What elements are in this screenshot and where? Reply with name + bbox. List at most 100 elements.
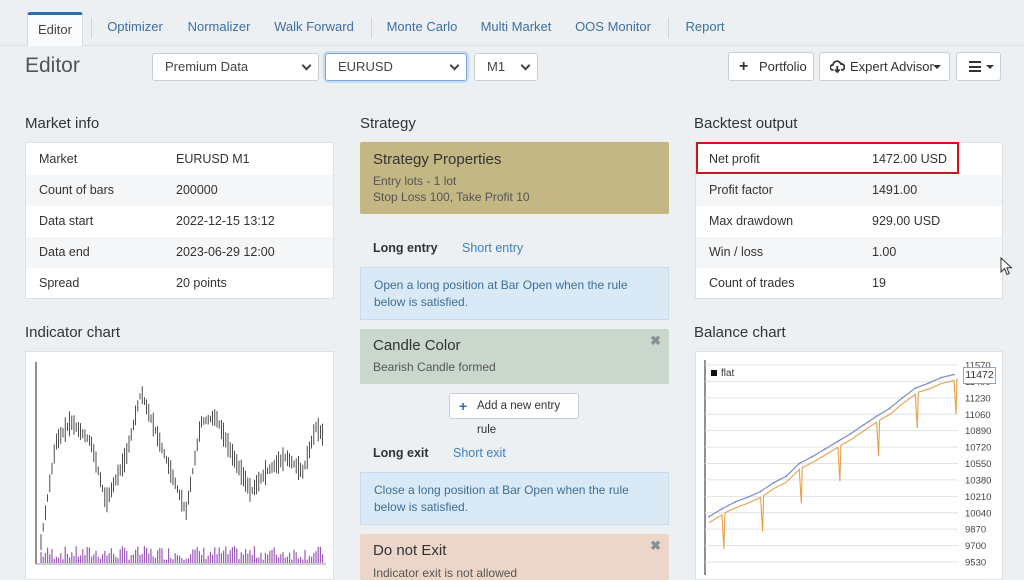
- caret-down-icon: [986, 65, 994, 69]
- net-profit-highlight-box: [696, 142, 959, 174]
- balance-point: [772, 481, 775, 484]
- strategy-properties-title: Strategy Properties: [373, 151, 502, 168]
- top-tab-bar: Editor Optimizer Normalizer Walk Forward…: [0, 0, 1024, 46]
- balance-chart-panel: 1157011400112301106010890107201055010380…: [695, 351, 1003, 580]
- balance-point: [901, 396, 904, 399]
- strategy-properties-card[interactable]: Strategy Properties Entry lots - 1 lot S…: [360, 142, 669, 214]
- data-source-value: Premium Data: [165, 59, 249, 74]
- row-key: Data end: [39, 245, 90, 259]
- balance-y-tick: 10890: [965, 426, 991, 437]
- symbol-select[interactable]: EURUSD: [325, 53, 467, 81]
- row-value: 19: [872, 276, 886, 290]
- balance-point: [733, 501, 736, 504]
- backtest-row: Count of trades 19: [696, 268, 1002, 299]
- indicator-chart-title: Indicator chart: [25, 324, 121, 341]
- entry-rule-title: Candle Color: [373, 337, 461, 354]
- balance-point: [953, 373, 955, 376]
- add-entry-rule-label: Add a new entry rule: [477, 400, 561, 436]
- balance-y-tick: 11230: [965, 393, 991, 404]
- tab-divider: [91, 18, 92, 38]
- caret-down-icon: [933, 65, 941, 69]
- balance-point: [940, 376, 943, 379]
- balance-y-tick: 10720: [965, 443, 991, 454]
- indicator-chart-panel: [25, 351, 334, 580]
- market-info-row: Data start 2022-12-15 13:12: [26, 206, 333, 237]
- expert-advisor-label: Expert Advisor: [850, 59, 934, 74]
- exit-rule-title: Do not Exit: [373, 542, 447, 559]
- symbol-value: EURUSD: [338, 59, 393, 74]
- balance-y-tick: 10210: [965, 492, 991, 503]
- balance-y-tick: 11060: [965, 410, 991, 421]
- period-value: M1: [487, 59, 506, 74]
- backtest-row: Max drawdown 929.00 USD: [696, 206, 1002, 237]
- tab-monte-carlo[interactable]: Monte Carlo: [380, 12, 464, 46]
- strategy-properties-line1: Entry lots - 1 lot: [373, 174, 457, 188]
- entry-rule-desc: Bearish Candle formed: [373, 360, 496, 374]
- balance-point: [798, 462, 801, 465]
- tab-long-entry[interactable]: Long entry: [373, 241, 438, 255]
- chevron-down-icon: [301, 60, 312, 71]
- row-value: 1491.00: [872, 183, 918, 197]
- exit-rule-desc: Indicator exit is not allowed: [373, 566, 518, 580]
- row-key: Profit factor: [709, 183, 773, 197]
- hamburger-icon: [969, 61, 981, 72]
- remove-rule-icon[interactable]: ✖: [650, 333, 661, 349]
- row-value: EURUSD M1: [176, 152, 250, 166]
- tab-normalizer[interactable]: Normalizer: [180, 12, 258, 46]
- tab-optimizer[interactable]: Optimizer: [100, 12, 170, 46]
- market-info-row: Count of bars 200000: [26, 175, 333, 206]
- tab-divider: [668, 18, 669, 38]
- balance-chart-title: Balance chart: [694, 324, 786, 341]
- equity-line: [708, 373, 955, 518]
- expert-advisor-button[interactable]: Expert Advisor: [819, 52, 950, 81]
- balance-point: [785, 475, 788, 477]
- chevron-down-icon: [449, 60, 460, 71]
- market-info-title: Market info: [25, 115, 100, 132]
- indicator-chart: [35, 362, 326, 565]
- row-key: Count of trades: [709, 276, 795, 290]
- backtest-row: Profit factor 1491.00: [696, 175, 1002, 206]
- balance-legend: flat: [711, 368, 734, 379]
- cloud-download-icon: [830, 60, 845, 73]
- strategy-title: Strategy: [360, 115, 416, 132]
- balance-point: [888, 407, 891, 410]
- chevron-down-icon: [520, 60, 531, 71]
- entry-rule-card[interactable]: Candle Color Bearish Candle formed ✖: [360, 329, 669, 384]
- balance-point: [824, 448, 826, 450]
- portfolio-label: Portfolio: [759, 59, 807, 74]
- balance-point: [837, 440, 839, 443]
- tab-oos-monitor[interactable]: OOS Monitor: [570, 12, 656, 46]
- row-value: 2023-06-29 12:00: [176, 245, 275, 259]
- balance-point: [927, 382, 930, 385]
- balance-point: [849, 432, 852, 435]
- balance-point: [708, 515, 710, 518]
- market-info-row: Data end 2023-06-29 12:00: [26, 237, 333, 268]
- market-info-panel: Market EURUSD M1 Count of bars 200000 Data…: [25, 142, 334, 299]
- row-key: Win / loss: [709, 245, 764, 259]
- tab-editor[interactable]: Editor: [27, 12, 83, 46]
- tab-short-exit[interactable]: Short exit: [453, 446, 506, 460]
- balance-point: [811, 455, 814, 458]
- plus-icon: +: [459, 398, 468, 414]
- tab-walk-forward[interactable]: Walk Forward: [270, 12, 358, 46]
- balance-point: [875, 415, 878, 418]
- current-value-label: 11472: [963, 367, 996, 384]
- menu-button[interactable]: [956, 52, 1001, 81]
- balance-y-tick: 9870: [965, 525, 986, 536]
- remove-rule-icon[interactable]: ✖: [650, 538, 661, 554]
- tab-report[interactable]: Report: [677, 12, 733, 46]
- strategy-properties-line2: Stop Loss 100, Take Profit 10: [373, 190, 530, 204]
- backtest-output-title: Backtest output: [694, 115, 798, 132]
- row-key: Data start: [39, 214, 94, 228]
- row-key: Spread: [39, 276, 80, 290]
- data-source-select[interactable]: Premium Data: [152, 53, 319, 81]
- portfolio-button[interactable]: + Portfolio: [728, 52, 814, 81]
- tab-long-exit[interactable]: Long exit: [373, 446, 429, 460]
- balance-point: [746, 496, 749, 499]
- tab-short-entry[interactable]: Short entry: [462, 241, 523, 255]
- period-select[interactable]: M1: [474, 53, 538, 81]
- tab-multi-market[interactable]: Multi Market: [474, 12, 558, 46]
- exit-rule-card[interactable]: Do not Exit Indicator exit is not allowe…: [360, 534, 669, 580]
- balance-y-tick: 10380: [965, 475, 991, 486]
- add-entry-rule-button[interactable]: + Add a new entry rule: [449, 393, 579, 436]
